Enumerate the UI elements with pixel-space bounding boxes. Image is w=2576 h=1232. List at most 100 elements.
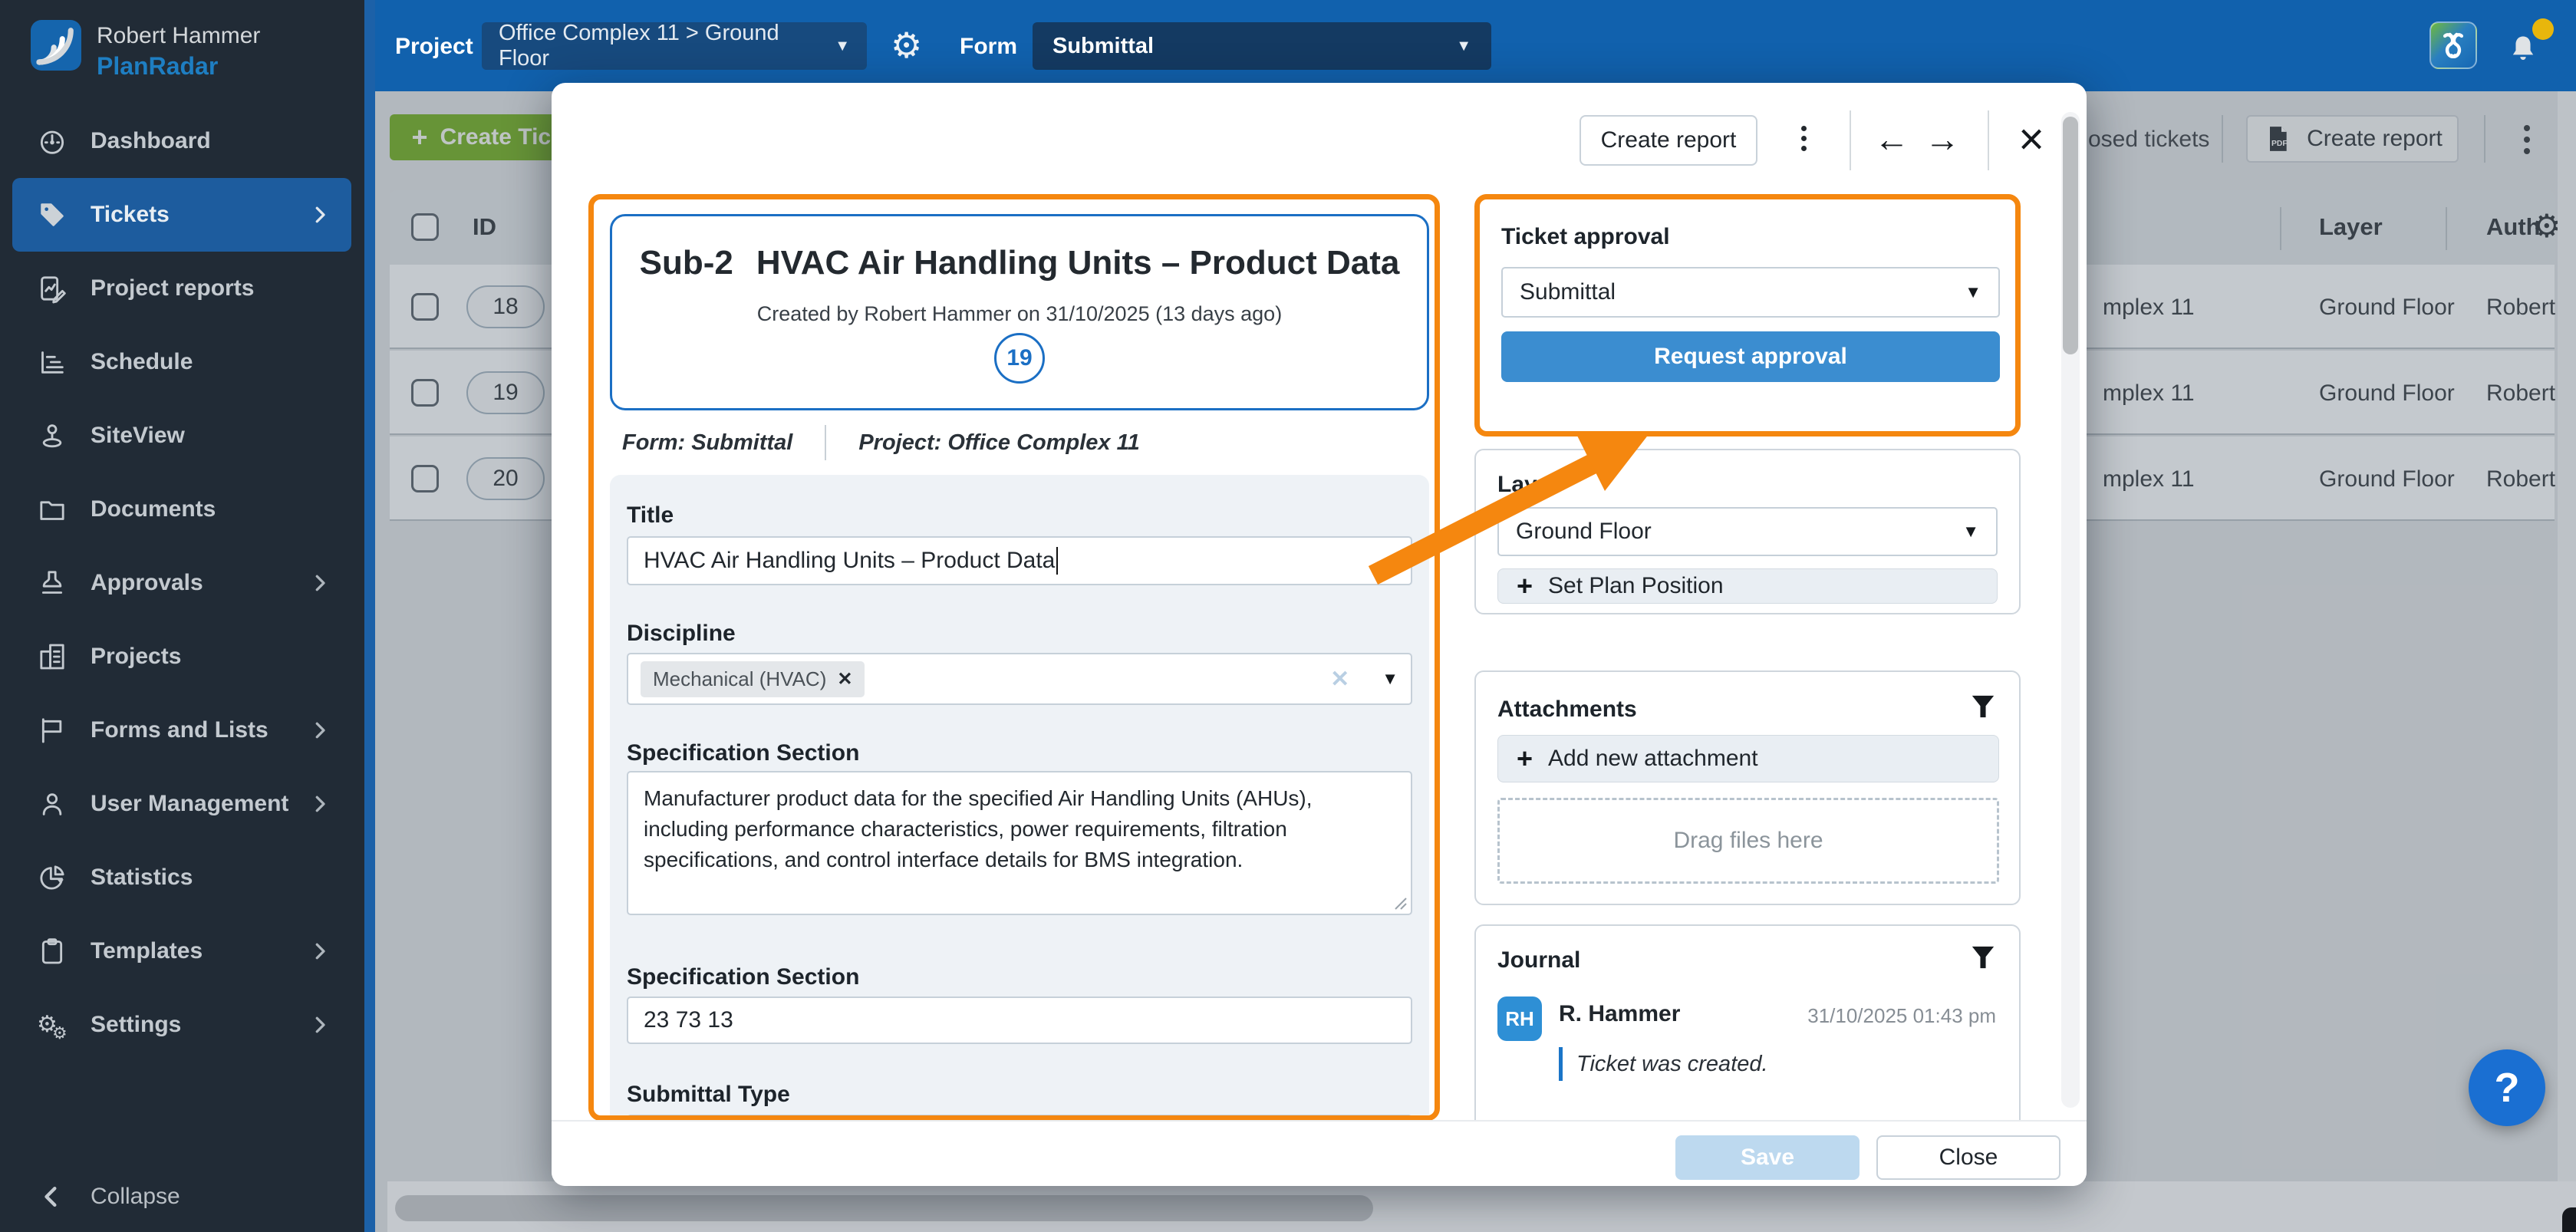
collapse-label: Collapse: [91, 1184, 180, 1210]
sidebar-item-label: Approvals: [91, 570, 203, 596]
collapse-sidebar-button[interactable]: Collapse: [12, 1160, 351, 1232]
drag-files-dropzone[interactable]: Drag files here: [1497, 798, 1999, 884]
save-button[interactable]: Save: [1675, 1135, 1860, 1180]
ticket-created-line: Created by Robert Hammer on 31/10/2025 (…: [612, 302, 1427, 326]
person-pin-icon: [37, 420, 68, 451]
sidebar: Robert Hammer PlanRadar Dashboard Ticket…: [0, 0, 364, 1232]
sidebar-item-projects[interactable]: Projects: [12, 620, 351, 693]
modal-kebab-menu-icon[interactable]: [1796, 121, 1811, 156]
request-approval-button[interactable]: Request approval: [1501, 331, 2000, 382]
title-input[interactable]: HVAC Air Handling Units – Product Data: [627, 536, 1412, 585]
modal-create-report-button[interactable]: Create report: [1580, 115, 1757, 166]
spec-number-input[interactable]: 23 73 13: [627, 996, 1412, 1044]
modal-scrollbar-track[interactable]: [2061, 112, 2080, 1108]
ticket-code: Sub-2: [640, 244, 733, 282]
folder-icon: [37, 494, 68, 525]
spec-section-textarea[interactable]: Manufacturer product data for the specif…: [627, 771, 1412, 915]
resize-handle-icon[interactable]: [1391, 894, 1408, 911]
planradar-logo-icon: [31, 20, 81, 71]
corner-shadow: [2562, 1207, 2576, 1232]
discipline-multiselect[interactable]: Mechanical (HVAC) ✕ ✕ ▼: [627, 653, 1412, 705]
next-ticket-arrow-icon[interactable]: →: [1919, 112, 1966, 166]
chevron-right-icon: [308, 792, 331, 815]
notification-badge: [2532, 18, 2554, 40]
spec-section-value: Manufacturer product data for the specif…: [644, 786, 1313, 871]
approval-type-select[interactable]: Submittal ▼: [1501, 267, 2000, 318]
sidebar-item-templates[interactable]: Templates: [12, 914, 351, 988]
filter-funnel-icon[interactable]: [1970, 944, 1996, 970]
ticket-form-panel-highlight: Sub-2 HVAC Air Handling Units – Product D…: [588, 194, 1440, 1121]
ticket-meta-row: Form: Submittal Project: Office Complex …: [610, 423, 1429, 462]
sidebar-item-label: User Management: [91, 791, 288, 817]
set-plan-position-button[interactable]: + Set Plan Position: [1497, 568, 1998, 604]
connect-app-icon[interactable]: [2429, 21, 2477, 69]
divider: [1988, 110, 1989, 170]
project-settings-gear-icon[interactable]: ⚙: [891, 25, 922, 66]
text-cursor: [1056, 547, 1058, 575]
close-modal-icon[interactable]: ×: [2008, 112, 2055, 166]
chevron-right-icon: [308, 572, 331, 595]
gantt-icon: [37, 347, 68, 377]
sidebar-item-label: Forms and Lists: [91, 717, 268, 743]
sidebar-item-label: Documents: [91, 496, 216, 522]
sidebar-item-label: Projects: [91, 644, 181, 670]
sidebar-item-statistics[interactable]: Statistics: [12, 841, 351, 914]
discipline-chip-label: Mechanical (HVAC): [653, 667, 826, 691]
sidebar-item-schedule[interactable]: Schedule: [12, 325, 351, 399]
sidebar-item-dashboard[interactable]: Dashboard: [12, 104, 351, 178]
ticket-form-section: Title HVAC Air Handling Units – Product …: [610, 475, 1429, 1121]
sidebar-item-siteview[interactable]: SiteView: [12, 399, 351, 473]
sidebar-item-user-management[interactable]: User Management: [12, 767, 351, 841]
discipline-field-label: Discipline: [627, 621, 736, 647]
add-attachment-label: Add new attachment: [1548, 746, 1758, 772]
sidebar-item-label: SiteView: [91, 423, 185, 449]
ticket-number-badge: 19: [994, 333, 1045, 384]
sidebar-item-label: Templates: [91, 938, 203, 964]
sidebar-item-label: Schedule: [91, 349, 193, 375]
title-input-value: HVAC Air Handling Units – Product Data: [644, 548, 1055, 574]
close-label: Close: [1939, 1145, 1998, 1171]
previous-ticket-arrow-icon[interactable]: ←: [1868, 112, 1916, 166]
filter-funnel-icon[interactable]: [1970, 693, 1996, 720]
ticket-title-heading: Sub-2HVAC Air Handling Units – Product D…: [612, 244, 1427, 282]
chevron-down-icon: ▼: [1456, 38, 1471, 55]
sidebar-item-tickets[interactable]: Tickets: [12, 178, 351, 252]
spec-number-field-label: Specification Section: [627, 964, 859, 990]
chevron-right-icon: [308, 719, 331, 742]
discipline-chip[interactable]: Mechanical (HVAC) ✕: [641, 661, 865, 697]
request-approval-label: Request approval: [1654, 344, 1847, 370]
modal-create-report-label: Create report: [1601, 127, 1737, 153]
spec-number-value: 23 73 13: [644, 1007, 733, 1033]
save-label: Save: [1741, 1145, 1794, 1171]
pie-chart-icon: [37, 862, 68, 893]
layer-value: Ground Floor: [1516, 519, 1652, 545]
stamp-icon: [37, 568, 68, 598]
add-attachment-button[interactable]: + Add new attachment: [1497, 735, 1999, 782]
set-plan-position-label: Set Plan Position: [1548, 573, 1723, 599]
sidebar-item-label: Statistics: [91, 865, 193, 891]
layer-select[interactable]: Ground Floor ▼: [1497, 507, 1998, 556]
divider: [1850, 110, 1851, 170]
help-button[interactable]: ?: [2469, 1049, 2545, 1126]
sidebar-item-project-reports[interactable]: Project reports: [12, 252, 351, 325]
plus-icon: +: [1517, 745, 1533, 772]
divider: [825, 425, 826, 460]
chevron-down-icon[interactable]: ▼: [1382, 669, 1398, 689]
close-button[interactable]: Close: [1876, 1135, 2060, 1180]
building-icon: [37, 641, 68, 672]
project-selector[interactable]: Office Complex 11 > Ground Floor ▼: [482, 22, 867, 70]
modal-scrollbar-thumb[interactable]: [2063, 117, 2078, 354]
app-window: Robert Hammer PlanRadar Dashboard Ticket…: [0, 0, 2576, 1232]
flag-icon: [37, 715, 68, 746]
approval-type-value: Submittal: [1520, 279, 1616, 305]
sidebar-item-label: Tickets: [91, 202, 170, 228]
form-label: Form: [960, 34, 1017, 60]
sidebar-item-approvals[interactable]: Approvals: [12, 546, 351, 620]
ticket-approval-card: Ticket approval Submittal ▼ Request appr…: [1474, 194, 2021, 436]
clear-field-icon[interactable]: ✕: [1330, 666, 1349, 693]
sidebar-item-forms-and-lists[interactable]: Forms and Lists: [12, 693, 351, 767]
form-selector[interactable]: Submittal ▼: [1033, 22, 1491, 70]
sidebar-item-documents[interactable]: Documents: [12, 473, 351, 546]
sidebar-item-settings[interactable]: ⚙⚙ Settings: [12, 988, 351, 1062]
remove-chip-icon[interactable]: ✕: [837, 668, 852, 690]
